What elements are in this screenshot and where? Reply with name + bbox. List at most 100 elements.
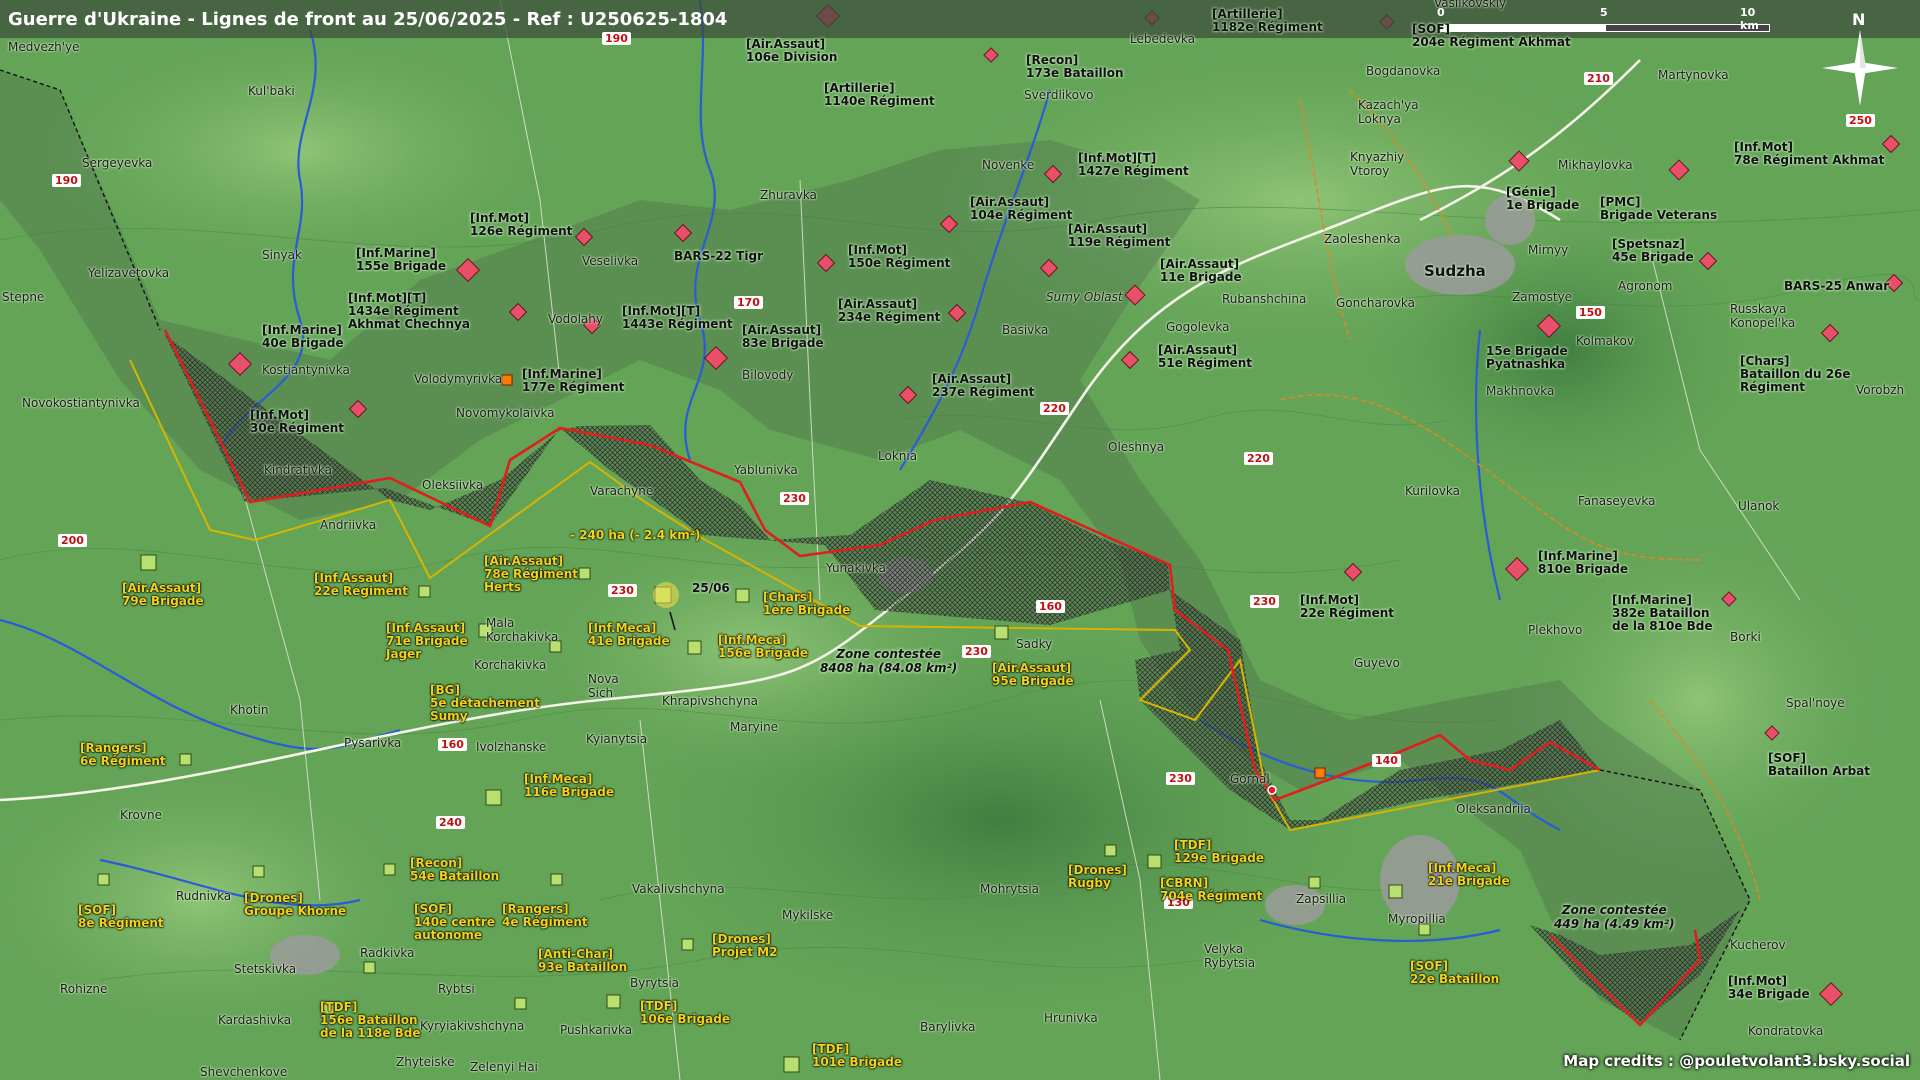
place-label-myropillia: Myropillia <box>1388 912 1446 926</box>
place-label-vakalivshchyna: Vakalivshchyna <box>632 882 725 896</box>
ru-unit-label-ru30: [Inf.Marine] 810e Brigade <box>1538 549 1628 576</box>
road-number-r230a: 230 <box>780 492 809 505</box>
ua-unit-label-ua6: [Inf.Meca] 41e Brigade <box>588 621 670 648</box>
road-number-r220a: 220 <box>1040 402 1069 415</box>
place-label-sergeyevka: Sergeyevka <box>82 156 153 170</box>
place-label-oleshnya: Oleshnya <box>1108 440 1165 454</box>
place-label-oleksandriia: Oleksandriia <box>1456 802 1531 816</box>
place-label-volodymyrivka: Volodymyrivka <box>414 372 503 386</box>
place-label-kulbaki: Kul'baki <box>248 84 295 98</box>
ru-unit-label-ru19: [Inf.Marine] 177e Régiment <box>522 367 625 394</box>
ru-unit-label-ru23: [Génie] 1e Brigade <box>1506 185 1580 212</box>
road-number-r230d: 230 <box>1250 595 1279 608</box>
place-label-loknia: Loknia <box>878 449 918 463</box>
place-label-andriivka: Andriivka <box>320 518 377 532</box>
place-label-martynovka: Martynovka <box>1658 68 1729 82</box>
annotation-zone1: Zone contestée 8408 ha (84.08 km²) <box>820 647 958 675</box>
ru-unit-label-ru24: [PMC] Brigade Veterans <box>1600 195 1718 222</box>
place-label-zapsillia: Zapsillia <box>1296 892 1347 906</box>
place-label-mirnyy: Mirnyy <box>1528 243 1569 257</box>
ru-unit-label-ru1: [Artillerie] 1182e Régiment <box>1212 7 1323 34</box>
ua-unit-label-ua1: [Air.Assaut] 79e Brigade <box>122 581 204 608</box>
place-label-barylivka: Barylivka <box>920 1020 976 1034</box>
place-label-bogdanovka: Bogdanovka <box>1366 64 1441 78</box>
ru-unit-label-ru26: [Spetsnaz] 45e Brigade <box>1612 237 1694 264</box>
ru-unit-label-ru27: BARS-25 Anwar <box>1784 279 1890 293</box>
place-label-mykilske: Mykilske <box>782 908 834 922</box>
ru-unit-label-ru17: [Inf.Marine] 40e Brigade <box>262 323 344 350</box>
place-label-veselivka: Veselivka <box>582 254 639 268</box>
place-label-basivka: Basivka <box>1002 323 1049 337</box>
place-label-lebedevka: Lebedevka <box>1130 32 1196 46</box>
place-label-ulanok: Ulanok <box>1738 499 1780 513</box>
ru-unit-label-ru33: [SOF] Bataillon Arbat <box>1768 751 1871 778</box>
road-number-r240: 240 <box>436 816 465 829</box>
place-label-guyevo: Guyevo <box>1354 656 1400 670</box>
place-label-sinyak: Sinyak <box>262 248 302 262</box>
place-label-medvezhye: Medvezh'ye <box>8 40 80 54</box>
place-label-gornal: Gornal <box>1230 772 1270 786</box>
place-label-sumy_oblast: Sumy Oblast <box>1046 290 1123 304</box>
place-label-vorobzh: Vorobzh <box>1856 383 1905 397</box>
place-label-vasilkovskiy: Vasilkovskiy <box>1434 0 1507 10</box>
road-number-r210: 210 <box>1584 72 1613 85</box>
place-label-mala_korchakivka: Mala Korchakivka <box>486 616 559 644</box>
road-number-r230e: 230 <box>1166 772 1195 785</box>
ru-unit-label-ru22: [Inf.Mot] 30e Régiment <box>250 408 345 435</box>
ua-unit-label-ua8: [Air.Assaut] 95e Brigade <box>992 661 1074 688</box>
ua-unit-label-ua13: [Drones] Groupe Khorne <box>244 891 347 918</box>
ru-unit-label-ru31: [Inf.Mot] 22e Régiment <box>1300 593 1395 620</box>
place-label-korchakivka: Korchakivka <box>474 658 547 672</box>
ua-unit-label-ua17: [Anti-Char] 93e Bataillon <box>538 947 628 974</box>
ua-unit-label-ua9: [BG] 5e détachement Sumy <box>430 683 540 723</box>
ua-unit-label-ua15: [SOF] 140e centre autonome <box>414 902 495 942</box>
ru-unit-label-ru18: [Air.Assaut] 83e Brigade <box>742 323 824 350</box>
place-label-vodolahy: Vodolahy <box>548 312 603 326</box>
place-label-makhnovka: Makhnovka <box>1486 384 1555 398</box>
road-number-r230b: 230 <box>608 584 637 597</box>
place-label-khotin: Khotin <box>230 703 269 717</box>
annotation-zone2: Zone contestée 449 ha (4.49 km²) <box>1554 903 1675 931</box>
ua-unit-label-ua14: [SOF] 8e Régiment <box>78 903 164 930</box>
place-label-sudzha: Sudzha <box>1424 262 1486 280</box>
place-label-rubanshchina: Rubanshchina <box>1222 292 1307 306</box>
ru-unit-label-ru29: [Chars] Bataillon du 26e Régiment <box>1740 354 1851 394</box>
place-label-kolmakov: Kolmakov <box>1576 334 1634 348</box>
place-label-shevchenkove: Shevchenkove <box>200 1065 288 1079</box>
place-label-knyazhiy_vtoroy: Knyazhiy Vtoroy <box>1350 150 1405 178</box>
ua-unit-label-ua4: [Chars] 1ère Brigade <box>763 590 851 617</box>
place-label-novomykolaivka: Novomykolaivka <box>456 406 555 420</box>
ru-unit-label-ru16: [Air.Assaut] 11e Brigade <box>1160 257 1242 284</box>
road-number-r190b: 190 <box>52 174 81 187</box>
place-label-ivolzhanske: Ivolzhanske <box>476 740 547 754</box>
ua-unit-label-ua10: [Rangers] 6e Régiment <box>80 741 166 768</box>
road-number-r220b: 220 <box>1244 452 1273 465</box>
ua-unit-label-ua26: [SOF] 22e Bataillon <box>1410 959 1500 986</box>
ua-unit-label-ua16: [Rangers] 4e Régiment <box>502 902 588 929</box>
place-label-varachyne: Varachyne <box>590 484 654 498</box>
place-label-zhuravka: Zhuravka <box>760 188 817 202</box>
place-label-maryine: Maryine <box>730 720 779 734</box>
ua-unit-label-ua7: [Inf.Meca] 156e Brigade <box>718 633 808 660</box>
place-label-fanaseyevka: Fanaseyevka <box>1578 494 1656 508</box>
place-label-yunakivka: Yunakivka <box>826 561 886 575</box>
map-title: Guerre d'Ukraine - Lignes de front au 25… <box>8 9 728 30</box>
place-label-kindrativka: Kindrativka <box>264 463 332 477</box>
place-label-byrytsia: Byrytsia <box>630 976 680 990</box>
compass: N <box>1812 10 1908 110</box>
road-number-r200: 200 <box>58 534 87 547</box>
ua-unit-label-ua21: [TDF] 101e Brigade <box>812 1042 902 1069</box>
place-label-yablunivka: Yablunivka <box>734 463 798 477</box>
place-label-agronom: Agronom <box>1618 279 1673 293</box>
place-label-rudnivka: Rudnivka <box>176 889 232 903</box>
ua-unit-label-ua12: [Recon] 54e Bataillon <box>410 856 500 883</box>
place-label-nova_sich: Nova Sich <box>588 672 619 700</box>
road-number-r160b: 160 <box>438 738 467 751</box>
ru-unit-label-ru14: [Inf.Mot][T] 1443e Régiment <box>622 304 733 331</box>
place-label-pysarivka: Pysarivka <box>344 736 402 750</box>
place-label-goncharovka: Goncharovka <box>1336 296 1416 310</box>
ru-unit-label-ru11: [Inf.Mot] 150e Régiment <box>848 243 951 270</box>
place-label-russkaya_konopelka: Russkaya Konopel'ka <box>1730 302 1796 330</box>
ru-unit-label-ru10: BARS-22 Tigr <box>674 249 763 263</box>
place-label-stetskivka: Stetskivka <box>234 962 297 976</box>
